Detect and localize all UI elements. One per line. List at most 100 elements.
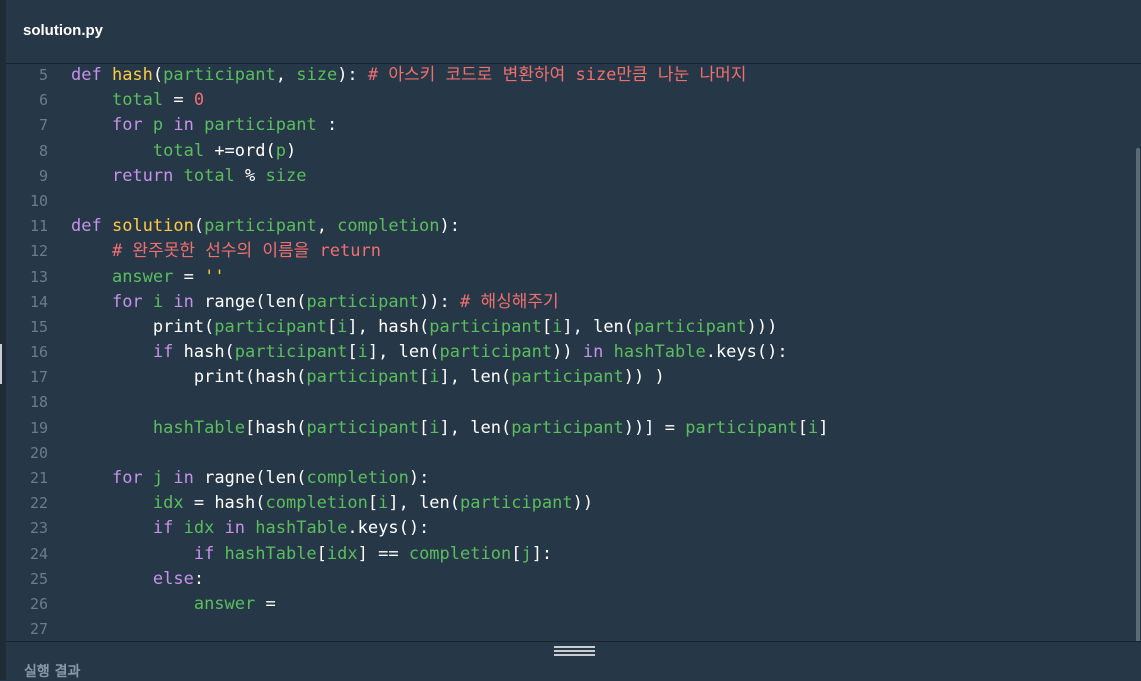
code-token: return xyxy=(111,165,184,186)
code-token: completion xyxy=(408,543,512,564)
line-number: 23 xyxy=(29,519,48,538)
code-token: if xyxy=(193,543,225,564)
code-token: idx xyxy=(152,493,184,514)
code-token: for xyxy=(111,468,153,488)
line-code: return total % size xyxy=(71,164,307,189)
code-token: ) xyxy=(285,140,297,161)
code-token: participant xyxy=(204,115,317,136)
code-token: total xyxy=(183,165,235,186)
line-number: 10 xyxy=(29,191,48,210)
file-tab-title[interactable]: solution.py xyxy=(23,22,103,39)
code-token: participant xyxy=(234,342,348,363)
line-number: 15 xyxy=(29,317,48,336)
code-token: ): xyxy=(439,216,461,237)
line-number: 27 xyxy=(29,620,48,639)
code-token: [ xyxy=(367,493,379,514)
code-line[interactable]: 24 if hashTable[idx] == completion[j]: xyxy=(6,542,1131,567)
code-token: , xyxy=(316,216,338,237)
code-line[interactable]: 19 hashTable[hash(participant[i], len(pa… xyxy=(6,416,1131,441)
code-line[interactable]: 7 for p in participant : xyxy=(6,113,1131,138)
code-line[interactable]: 11 def solution(participant, completion): xyxy=(6,214,1131,239)
code-token: ], len( xyxy=(439,417,512,438)
code-line[interactable]: 8 total +=ord(p) xyxy=(6,139,1131,164)
code-line[interactable]: 12 # 완주못한 선수의 이름을 return xyxy=(6,239,1131,264)
line-code: print(participant[i], hash(participant[i… xyxy=(71,315,777,340)
code-token: 0 xyxy=(193,90,205,111)
code-token: [ xyxy=(797,417,809,438)
line-number: 26 xyxy=(29,594,48,613)
code-token: completion xyxy=(265,493,368,514)
code-token: +=ord( xyxy=(204,140,276,161)
code-line[interactable]: 22 idx = hash(completion[i], len(partici… xyxy=(6,491,1131,516)
line-code: total = 0 xyxy=(71,88,204,113)
code-token: answer xyxy=(111,266,174,287)
code-line[interactable]: 5 def hash(participant, size): # 아스키 코드로 … xyxy=(6,64,1131,88)
code-line[interactable]: 15 print(participant[i], hash(participan… xyxy=(6,315,1131,340)
code-token: ): xyxy=(408,468,430,488)
code-token: in xyxy=(214,518,256,539)
panel-splitter xyxy=(6,641,1141,642)
line-code: def hash(participant, size): # 아스키 코드로 변… xyxy=(71,64,746,88)
code-line[interactable]: 6 total = 0 xyxy=(6,88,1131,113)
code-token: = xyxy=(173,266,205,287)
code-line[interactable]: 14 for i in range(len(participant)): # 해… xyxy=(6,290,1131,315)
code-token: total xyxy=(111,90,164,111)
code-line[interactable]: 26 answer = xyxy=(6,592,1131,617)
code-token: ], len( xyxy=(562,316,635,337)
code-token: )): xyxy=(419,291,461,312)
code-line[interactable]: 21 for j in ragne(len(completion): xyxy=(6,466,1131,491)
code-token: ))) xyxy=(746,316,778,337)
resize-handle-left[interactable] xyxy=(0,344,2,384)
code-line[interactable]: 17 print(hash(participant[i], len(partic… xyxy=(6,365,1131,390)
code-token: i xyxy=(337,316,348,337)
code-line[interactable]: 9 return total % size xyxy=(6,164,1131,189)
code-token: solution xyxy=(111,216,194,237)
code-token: i xyxy=(357,342,368,363)
code-token: participant xyxy=(685,417,798,438)
code-token: : xyxy=(193,568,205,589)
editor-scrollbar[interactable] xyxy=(1136,148,1140,641)
code-token: in xyxy=(582,342,614,363)
line-number: 22 xyxy=(29,494,48,513)
code-token: # 완주못한 선수의 이름을 return xyxy=(111,241,381,262)
line-code: answer = '' xyxy=(71,265,225,290)
code-token: for xyxy=(111,291,153,312)
code-token: [ xyxy=(419,367,430,388)
code-token: answer xyxy=(193,593,256,614)
code-token: in xyxy=(163,115,205,136)
line-number: 8 xyxy=(38,141,48,160)
code-token: )) xyxy=(572,493,594,514)
code-token: % xyxy=(234,165,266,186)
code-line[interactable]: 13 answer = '' xyxy=(6,265,1131,290)
code-token: else xyxy=(152,568,194,589)
line-code: if idx in hashTable.keys(): xyxy=(71,516,429,541)
code-line[interactable]: 27 xyxy=(6,617,1131,641)
code-token: ], len( xyxy=(388,493,461,514)
code-editor[interactable]: 5 def hash(participant, size): # 아스키 코드로 … xyxy=(6,64,1141,641)
line-number: 14 xyxy=(29,292,48,311)
code-token: participant xyxy=(511,417,624,438)
code-line[interactable]: 25 else: xyxy=(6,567,1131,592)
code-lines: 5 def hash(participant, size): # 아스키 코드로 … xyxy=(6,64,1131,641)
code-line[interactable]: 10 xyxy=(6,189,1131,214)
code-line[interactable]: 20 xyxy=(6,441,1131,466)
panel-resize-grip[interactable] xyxy=(554,646,595,656)
line-number: 17 xyxy=(29,368,48,387)
code-token: i xyxy=(152,291,164,312)
code-token: = xyxy=(255,593,276,614)
line-code: for j in ragne(len(completion): xyxy=(71,466,429,491)
line-code: answer = xyxy=(71,592,276,617)
code-token: def xyxy=(71,65,112,85)
code-line[interactable]: 18 xyxy=(6,390,1131,415)
code-line[interactable]: 16 if hash(participant[i], len(participa… xyxy=(6,340,1131,365)
code-token: [ xyxy=(347,342,358,363)
code-token: in xyxy=(163,291,205,312)
code-line[interactable]: 23 if idx in hashTable.keys(): xyxy=(6,516,1131,541)
line-code: print(hash(participant[i], len(participa… xyxy=(71,365,665,390)
